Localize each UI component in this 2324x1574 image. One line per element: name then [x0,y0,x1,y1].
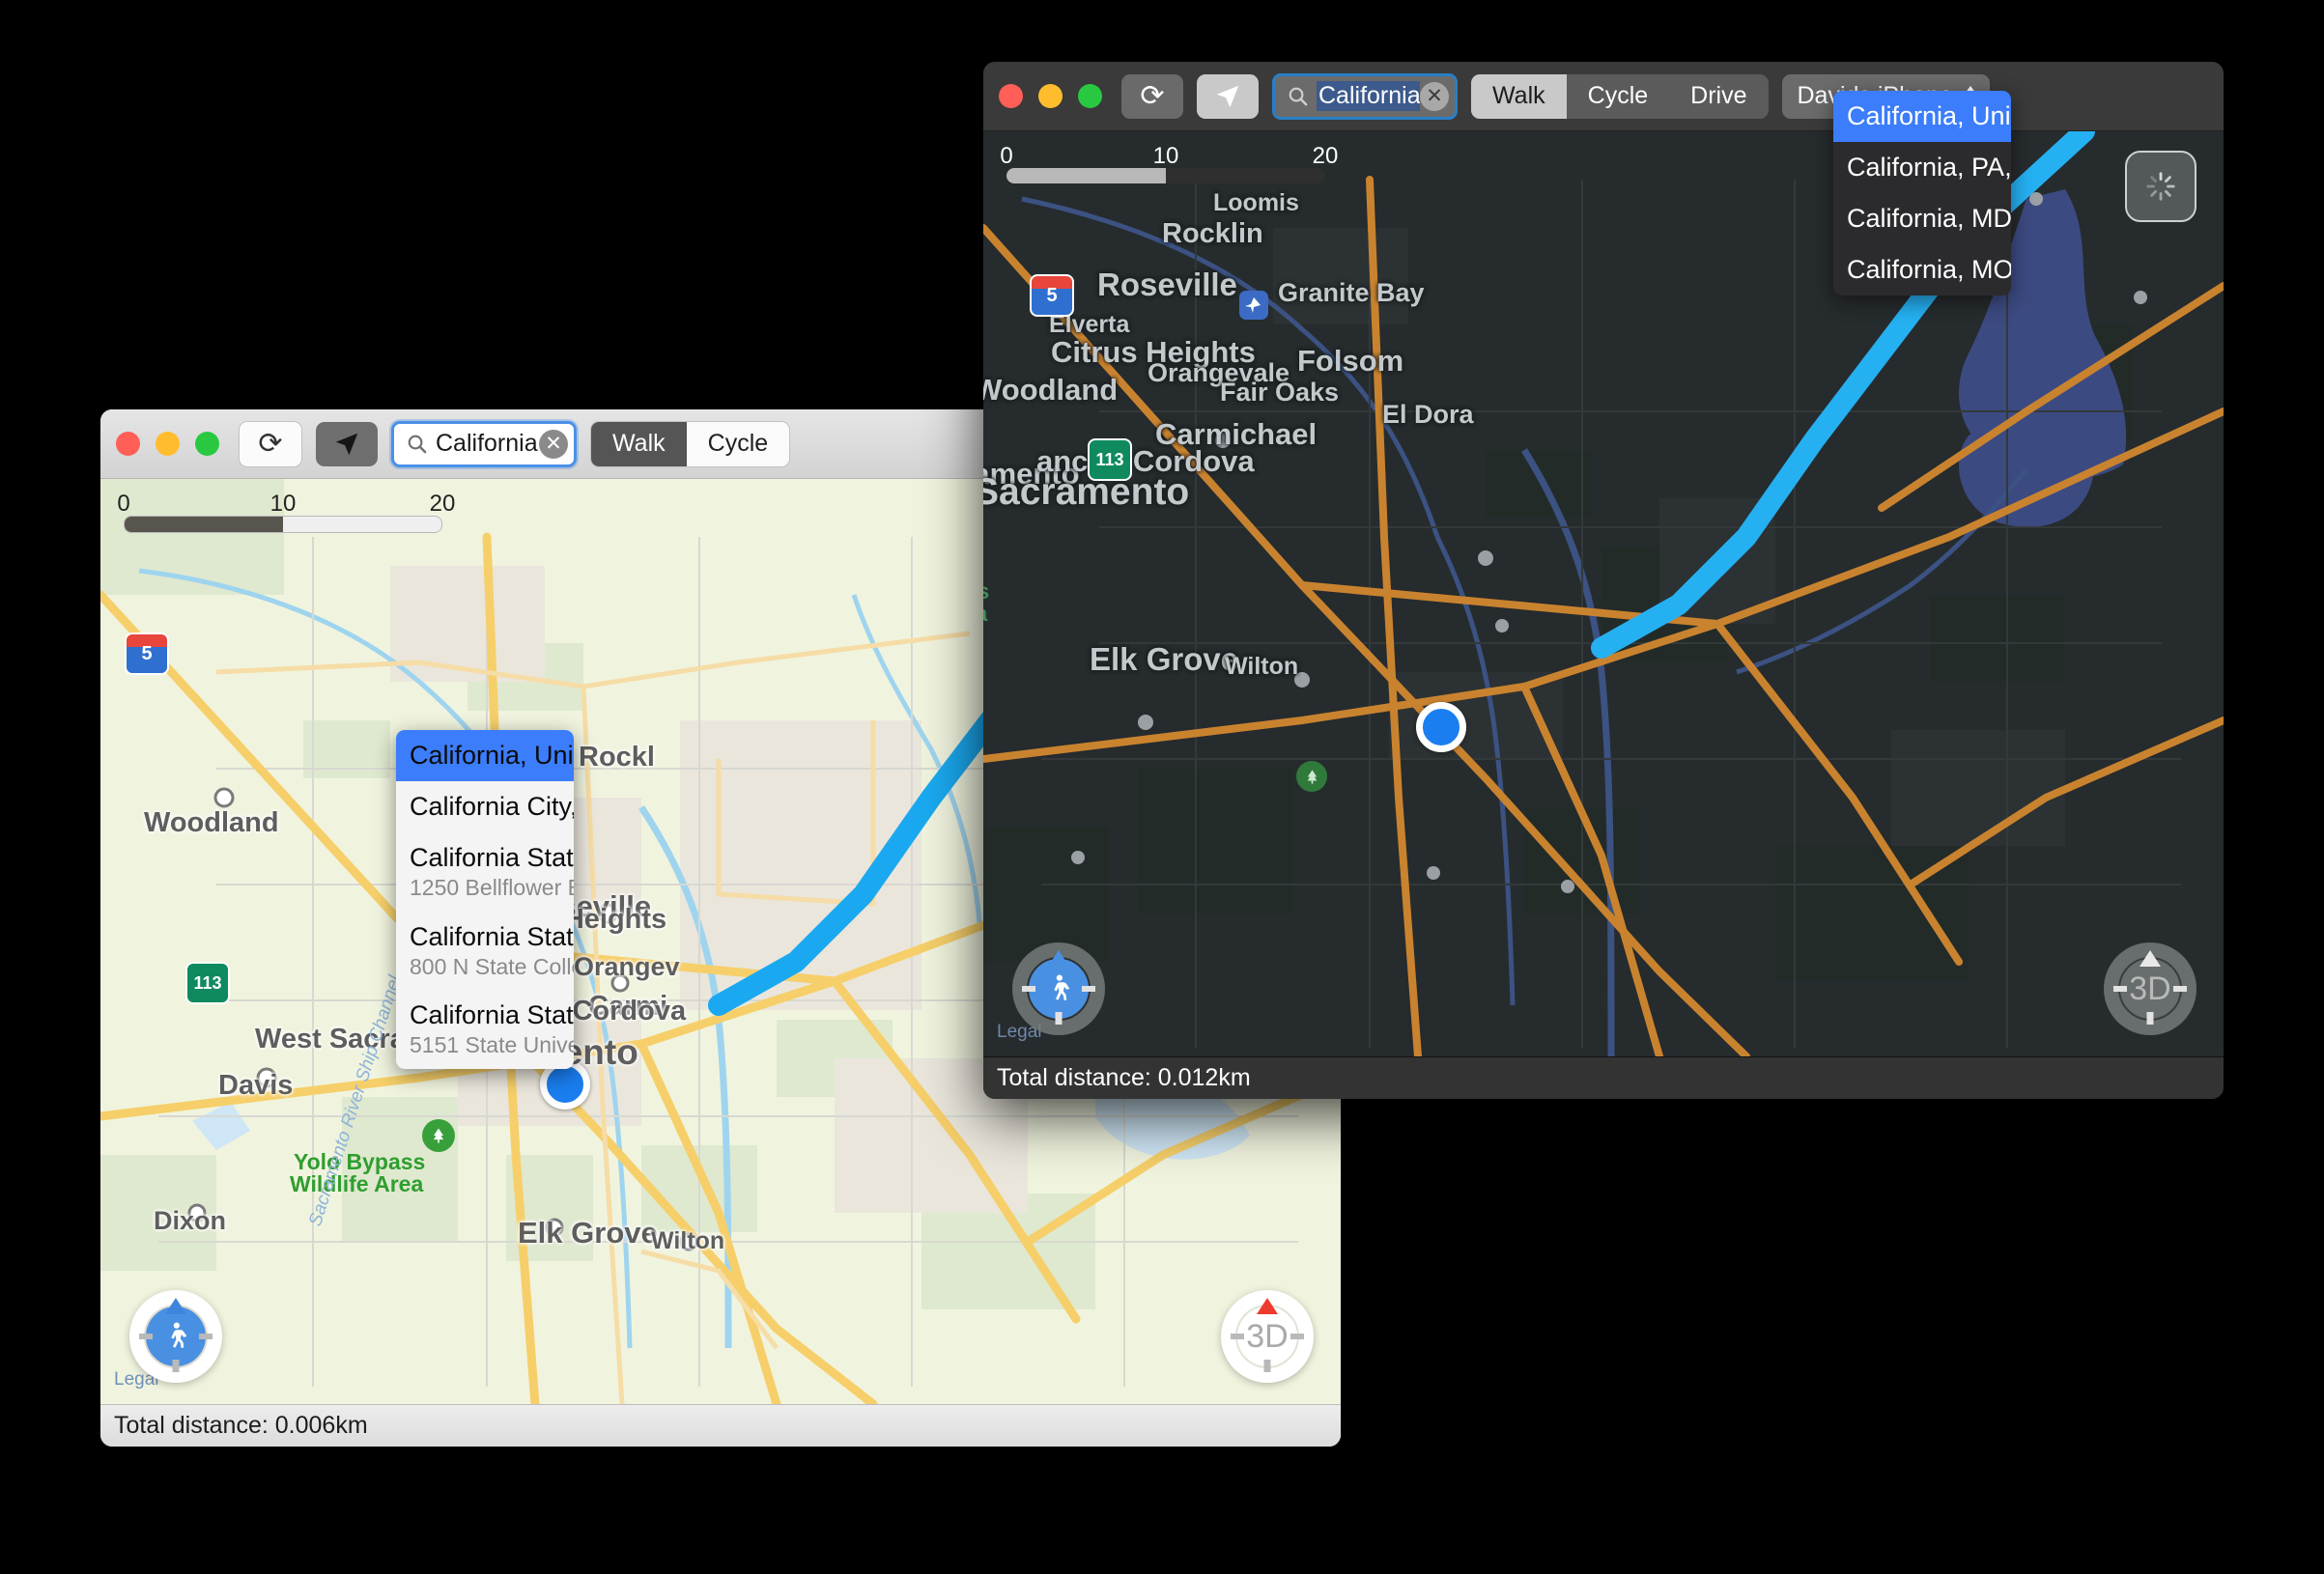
map-scale-light: 0 10 20 [117,491,455,533]
reload-icon[interactable]: ⟳ [1121,73,1183,119]
status-bar-light: Total distance: 0.006km [100,1404,1341,1447]
suggestion-title: California, United St... [410,741,574,770]
search-input[interactable]: California, United ✕ [1272,72,1458,120]
suggestion-subtitle: 1250 Bellflower Blvd, Lo... [410,875,574,901]
search-icon [408,435,427,454]
pan-down-icon[interactable] [1055,1012,1063,1025]
three-d-control-light[interactable]: 3D [1221,1290,1314,1383]
maximize-button[interactable] [195,432,219,456]
total-distance-dark: Total distance: 0.012km [997,1064,1251,1091]
three-d-control-dark[interactable]: 3D [2104,942,2196,1035]
reload-icon[interactable]: ⟳ [239,420,302,467]
pan-right-icon[interactable] [199,1334,213,1339]
compass-north-icon[interactable] [1257,1298,1278,1314]
maximize-button[interactable] [1078,84,1102,108]
pan-right-icon[interactable] [1082,986,1095,992]
rotate-left-icon[interactable] [1231,1334,1244,1339]
suggestion-title: California, MO, Unite... [1847,255,2011,285]
suggestion-item[interactable]: California State Univ...800 N State Coll… [396,912,574,990]
route-shield-5: 5 [1030,274,1074,317]
suggestion-title: California, United St... [1847,101,2011,130]
suggestion-item[interactable]: California, United St... [396,730,574,782]
map-canvas-dark[interactable]: Loomis Rocklin Roseville Granite Bay Woodlan… [983,131,2224,1056]
suggestion-title: California City, CA, U... [410,792,574,822]
pan-up-icon[interactable] [1048,950,1069,967]
clear-icon[interactable]: ✕ [539,429,568,459]
suggestion-item[interactable]: California, MD, Unite... [1833,193,2011,244]
search-input-value: California, United [436,430,539,457]
search-icon [1289,87,1308,106]
minimize-button[interactable] [156,432,180,456]
suggestion-title: California State Univ... [410,843,574,873]
status-bar-dark: Total distance: 0.012km [983,1056,2224,1099]
suggestion-title: California State Univ... [410,921,574,951]
suggestion-item[interactable]: California, United St... [1833,91,2011,143]
pan-left-icon[interactable] [1022,986,1035,992]
scale-tick: 0 [1000,143,1013,169]
tab-drive[interactable]: Drive [1669,74,1768,119]
scale-tick: 10 [1152,143,1179,169]
tab-cycle[interactable]: Cycle [1567,74,1670,119]
pan-up-icon[interactable] [165,1298,186,1314]
maps-window-dark[interactable]: ⟳ California, United ✕ Walk Cycle Drive … [983,62,2224,1099]
suggestion-item[interactable]: California City, CA, U... [396,781,574,832]
minimize-button[interactable] [1038,84,1063,108]
rotate-right-icon[interactable] [1290,1334,1304,1339]
scale-tick: 10 [269,491,297,517]
suggestion-item[interactable]: California State Univ...5151 State Unive… [396,990,574,1068]
park-icon [1296,761,1327,792]
clear-icon[interactable]: ✕ [1420,81,1449,111]
map-scale-dark: 0 10 20 [1000,143,1338,183]
total-distance-light: Total distance: 0.006km [114,1412,368,1439]
route-shield-5: 5 [125,632,169,675]
tab-walk[interactable]: Walk [1471,73,1567,119]
scale-tick: 20 [1312,143,1339,169]
tilt-down-icon[interactable] [2146,1012,2154,1025]
search-input[interactable]: California, United ✕ [391,420,577,467]
park-icon [422,1119,455,1152]
loading-spinner-icon[interactable] [2125,151,2196,222]
suggestion-item[interactable]: California, PA, Unite... [1833,142,2011,193]
walk-mode-control-light[interactable] [129,1290,222,1383]
scale-tick: 0 [117,491,130,517]
scale-tick: 20 [429,491,456,517]
pan-down-icon[interactable] [172,1360,180,1372]
suggestion-title: California State Univ... [410,1000,574,1030]
pan-left-icon[interactable] [139,1334,153,1339]
rotate-right-icon[interactable] [2173,986,2187,992]
travel-mode-segmented-light[interactable]: Walk Cycle [590,420,791,467]
search-suggestions-dark[interactable]: California, United St... California, PA, … [1833,91,2011,296]
travel-mode-segmented-dark[interactable]: Walk Cycle Drive [1471,73,1769,119]
close-button[interactable] [116,432,140,456]
suggestion-subtitle: 5151 State University Dr... [410,1032,574,1058]
compass-north-icon[interactable] [2140,950,2161,967]
map-tiles-dark [983,131,2224,1056]
tilt-down-icon[interactable] [1263,1360,1271,1372]
navigation-arrow-icon[interactable] [1197,73,1259,119]
suggestion-title: California, MD, Unite... [1847,204,2011,234]
walk-mode-control-dark[interactable] [1012,942,1105,1035]
titlebar-dark: ⟳ California, United ✕ Walk Cycle Drive … [983,62,2224,131]
tab-cycle[interactable]: Cycle [687,422,790,466]
traffic-lights-light [116,432,219,456]
search-suggestions-light[interactable]: California, United St... California City,… [396,730,574,1069]
suggestion-subtitle: 800 N State College Blv... [410,953,574,979]
current-location-dot-dark [1416,702,1466,752]
route-shield-113: 113 [1088,438,1132,481]
suggestion-item[interactable]: California State Univ...1250 Bellflower … [396,832,574,911]
suggestion-item[interactable]: California, MO, Unite... [1833,244,2011,295]
suggestion-title: California, PA, Unite... [1847,153,2011,183]
traffic-lights-dark [999,84,1102,108]
search-input-value: California, United [1317,81,1420,111]
navigation-arrow-icon[interactable] [316,421,378,466]
close-button[interactable] [999,84,1023,108]
rotate-left-icon[interactable] [2113,986,2127,992]
tab-walk[interactable]: Walk [591,421,687,466]
route-shield-113: 113 [185,962,230,1004]
